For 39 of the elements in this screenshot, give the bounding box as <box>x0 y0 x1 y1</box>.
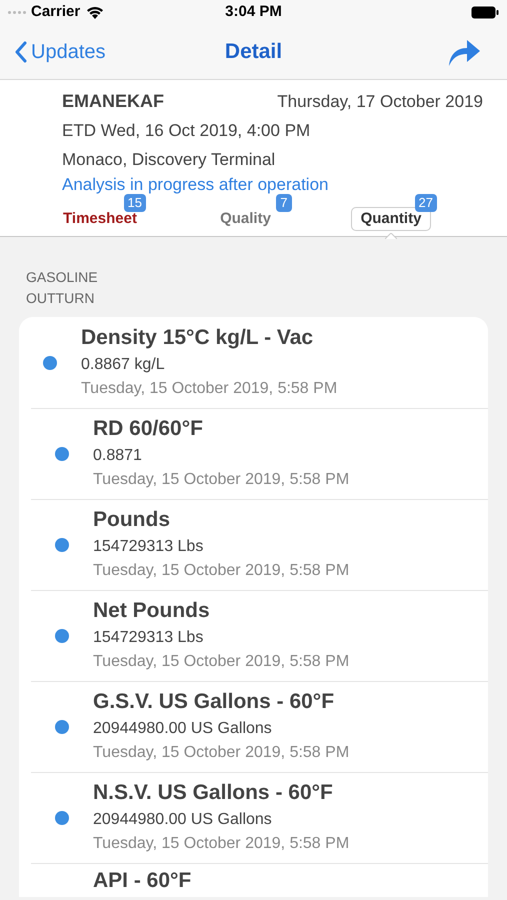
status-label: Analysis in progress after operation <box>62 175 328 195</box>
section-header: GASOLINE <box>26 268 98 287</box>
item-date: Tuesday, 15 October 2019, 5:58 PM <box>93 470 350 490</box>
item-date: Tuesday, 15 October 2019, 5:58 PM <box>93 561 350 581</box>
item-date: Tuesday, 15 October 2019, 5:58 PM <box>93 834 350 854</box>
item-value: 154729313 Lbs <box>93 537 204 557</box>
item-date: Tuesday, 15 October 2019, 5:58 PM <box>93 652 350 672</box>
clock-label: 3:04 PM <box>225 2 282 22</box>
item-title: RD 60/60°F <box>93 416 203 442</box>
count-badge: 15 <box>124 194 146 212</box>
screen-title: Detail <box>224 39 282 66</box>
item-title: G.S.V. US Gallons - 60°F <box>93 689 334 715</box>
wifi-icon <box>86 6 104 19</box>
count-badge: 27 <box>414 194 437 212</box>
vessel-name: EMANEKAF <box>62 90 164 113</box>
item-value: 0.8867 kg/L <box>81 354 165 374</box>
location-label: Monaco, Discovery Terminal <box>62 148 276 170</box>
chevron-left-icon <box>14 41 27 63</box>
back-button[interactable]: Updates <box>14 37 106 67</box>
item-date: Tuesday, 15 October 2019, 5:58 PM <box>93 743 350 763</box>
report-date: Thursday, 17 October 2019 <box>277 91 483 113</box>
item-title: N.S.V. US Gallons - 60°F <box>93 780 333 806</box>
carrier-label: Carrier <box>31 2 80 22</box>
item-title: Net Pounds <box>93 598 210 624</box>
item-title: API - 60°F <box>93 868 192 894</box>
section-header: OUTTURN <box>26 289 94 308</box>
signal-icon <box>8 11 26 14</box>
item-title: Pounds <box>93 507 170 533</box>
battery-icon <box>471 6 499 19</box>
item-title: Density 15°C kg/L - Vac <box>81 324 314 350</box>
tab[interactable]: Quantity <box>350 207 432 231</box>
item-date: Tuesday, 15 October 2019, 5:58 PM <box>81 378 338 398</box>
item-value: 0.8871 <box>93 446 142 466</box>
item-value: 20944980.00 US Gallons <box>93 810 272 830</box>
count-badge: 7 <box>276 194 292 212</box>
etd-label: ETD Wed, 16 Oct 2019, 4:00 PM <box>62 120 312 142</box>
item-value: 20944980.00 US Gallons <box>93 719 272 739</box>
item-value: 154729313 Lbs <box>93 628 204 648</box>
share-icon[interactable] <box>447 37 481 67</box>
